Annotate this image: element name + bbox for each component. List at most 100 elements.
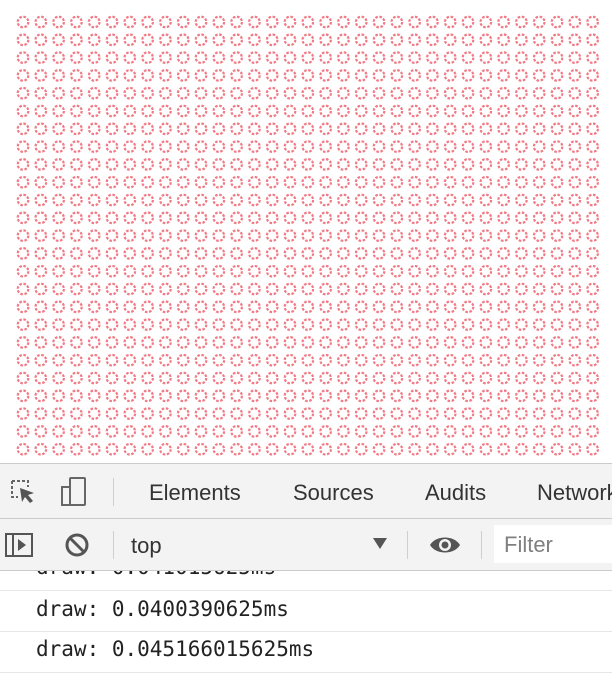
ring-icon bbox=[532, 300, 546, 314]
ring-icon bbox=[319, 425, 333, 438]
ring-icon bbox=[497, 282, 511, 296]
ring-icon bbox=[158, 193, 172, 207]
ring-icon bbox=[230, 157, 244, 171]
ring-icon bbox=[479, 389, 493, 403]
ring-icon bbox=[497, 193, 511, 207]
ring-icon bbox=[532, 51, 546, 64]
ring-icon bbox=[390, 336, 404, 349]
ring-icon bbox=[372, 336, 386, 349]
ring-icon bbox=[69, 68, 83, 82]
ring-icon bbox=[283, 211, 297, 225]
ring-icon bbox=[34, 175, 48, 189]
ring-icon bbox=[69, 86, 83, 100]
ring-icon bbox=[461, 86, 475, 100]
ring-icon bbox=[176, 86, 190, 100]
ring-icon bbox=[69, 211, 83, 225]
ring-icon bbox=[176, 389, 190, 403]
ring-icon bbox=[194, 122, 208, 136]
ring-icon bbox=[230, 442, 244, 456]
clear-console-icon[interactable] bbox=[59, 527, 95, 563]
ring-icon bbox=[69, 371, 83, 385]
ring-icon bbox=[34, 353, 48, 367]
ring-icon bbox=[515, 246, 528, 260]
ring-icon bbox=[16, 33, 30, 47]
ring-icon bbox=[443, 193, 457, 207]
ring-icon bbox=[586, 246, 599, 260]
ring-icon bbox=[265, 425, 279, 438]
ring-icon bbox=[515, 193, 528, 207]
ring-icon bbox=[52, 336, 65, 349]
ring-icon bbox=[354, 15, 368, 29]
ring-icon bbox=[337, 157, 350, 171]
ring-icon bbox=[34, 246, 48, 260]
ring-icon bbox=[158, 104, 172, 118]
ring-icon bbox=[301, 336, 315, 349]
ring-icon bbox=[87, 86, 101, 100]
ring-icon bbox=[16, 157, 30, 171]
console-filter-input[interactable]: Filter bbox=[494, 525, 612, 563]
ring-icon bbox=[283, 246, 297, 260]
ring-icon bbox=[158, 371, 172, 385]
ring-icon bbox=[194, 389, 208, 403]
ring-icon bbox=[568, 282, 582, 296]
ring-icon bbox=[354, 140, 368, 154]
ring-icon bbox=[158, 229, 172, 243]
ring-icon bbox=[230, 246, 244, 260]
ring-icon bbox=[247, 211, 261, 225]
ring-icon bbox=[301, 407, 315, 421]
ring-icon bbox=[52, 425, 65, 438]
ring-icon bbox=[443, 318, 457, 332]
ring-icon bbox=[141, 353, 155, 367]
tab-network[interactable]: Network bbox=[537, 464, 612, 519]
ring-icon bbox=[158, 336, 172, 349]
ring-icon bbox=[408, 300, 422, 314]
ring-icon bbox=[105, 140, 119, 154]
ring-icon bbox=[34, 425, 48, 438]
ring-icon bbox=[532, 353, 546, 367]
ring-icon bbox=[283, 425, 297, 438]
ring-icon bbox=[586, 282, 599, 296]
context-selector[interactable]: top bbox=[131, 519, 162, 571]
ring-icon bbox=[586, 104, 599, 118]
ring-icon bbox=[194, 229, 208, 243]
inspect-element-icon[interactable] bbox=[5, 474, 41, 510]
ring-icon bbox=[532, 407, 546, 421]
ring-icon bbox=[319, 211, 333, 225]
ring-icon bbox=[372, 140, 386, 154]
ring-icon bbox=[319, 389, 333, 403]
ring-icon bbox=[461, 389, 475, 403]
ring-icon bbox=[176, 318, 190, 332]
live-expression-icon[interactable] bbox=[427, 527, 463, 563]
show-sidebar-icon[interactable] bbox=[1, 527, 37, 563]
ring-icon bbox=[87, 211, 101, 225]
ring-icon bbox=[354, 371, 368, 385]
ring-icon bbox=[408, 264, 422, 278]
ring-icon bbox=[212, 282, 226, 296]
ring-icon bbox=[426, 318, 439, 332]
ring-icon bbox=[550, 229, 564, 243]
ring-icon bbox=[372, 353, 386, 367]
ring-icon bbox=[158, 300, 172, 314]
ring-icon bbox=[230, 389, 244, 403]
tab-elements[interactable]: Elements bbox=[149, 464, 241, 519]
ring-icon bbox=[265, 15, 279, 29]
ring-icon bbox=[372, 51, 386, 64]
tab-audits[interactable]: Audits bbox=[425, 464, 486, 519]
ring-icon bbox=[158, 353, 172, 367]
ring-icon bbox=[16, 282, 30, 296]
ring-icon bbox=[247, 389, 261, 403]
ring-icon bbox=[265, 282, 279, 296]
ring-icon bbox=[212, 33, 226, 47]
chevron-down-icon[interactable] bbox=[373, 538, 387, 549]
ring-icon bbox=[515, 175, 528, 189]
ring-icon bbox=[87, 425, 101, 438]
device-toggle-icon[interactable] bbox=[56, 474, 92, 510]
ring-icon bbox=[319, 15, 333, 29]
ring-icon bbox=[212, 264, 226, 278]
ring-icon bbox=[194, 51, 208, 64]
tab-sources[interactable]: Sources bbox=[293, 464, 374, 519]
ring-icon bbox=[158, 264, 172, 278]
ring-icon bbox=[105, 175, 119, 189]
ring-icon bbox=[123, 122, 137, 136]
ring-icon bbox=[443, 140, 457, 154]
